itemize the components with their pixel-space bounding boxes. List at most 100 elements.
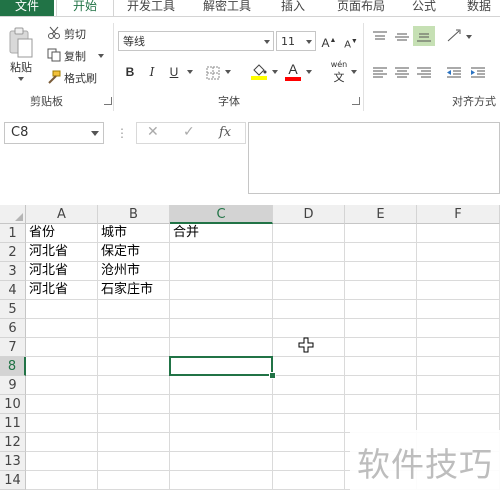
paste-label[interactable]: 粘贴 xyxy=(10,59,32,75)
cell-e5[interactable] xyxy=(345,300,417,319)
cell-b9[interactable] xyxy=(98,376,170,395)
cell-c14[interactable] xyxy=(170,471,273,490)
cell-e9[interactable] xyxy=(345,376,417,395)
cell-a8[interactable] xyxy=(26,357,98,376)
cell-e1[interactable] xyxy=(345,224,417,243)
tab-home[interactable]: 开始 xyxy=(56,0,114,16)
cell-c5[interactable] xyxy=(170,300,273,319)
tab-file[interactable]: 文件 xyxy=(0,0,54,16)
phonetic-guide-icon[interactable]: wén 文 xyxy=(328,60,350,84)
cell-a1[interactable]: 省份 xyxy=(26,224,98,243)
row-header-10[interactable]: 10 xyxy=(0,395,26,414)
tab-data[interactable]: 数据 xyxy=(458,0,500,16)
clipboard-launcher-icon[interactable] xyxy=(104,97,112,105)
format-painter-icon[interactable] xyxy=(47,69,61,88)
cell-f9[interactable] xyxy=(417,376,500,395)
name-box[interactable]: C8 xyxy=(4,122,104,144)
cell-c11[interactable] xyxy=(170,414,273,433)
shrink-font-button[interactable]: A▼ xyxy=(342,33,360,51)
row-header-2[interactable]: 2 xyxy=(0,243,26,262)
column-header-b[interactable]: B xyxy=(98,205,170,224)
cell-c13[interactable] xyxy=(170,452,273,471)
row-header-12[interactable]: 12 xyxy=(0,433,26,452)
cell-f5[interactable] xyxy=(417,300,500,319)
font-size-combo[interactable]: 11 xyxy=(276,31,316,51)
tab-formulas[interactable]: 公式 xyxy=(404,0,444,16)
font-color-dropdown-arrow[interactable] xyxy=(306,70,312,74)
paste-icon[interactable] xyxy=(8,27,34,59)
cell-b13[interactable] xyxy=(98,452,170,471)
column-header-d[interactable]: D xyxy=(273,205,345,224)
cell-c2[interactable] xyxy=(170,243,273,262)
column-header-c[interactable]: C xyxy=(170,205,273,224)
font-color-icon[interactable]: A xyxy=(284,61,302,81)
column-header-f[interactable]: F xyxy=(417,205,500,224)
borders-dropdown-arrow[interactable] xyxy=(225,70,231,74)
cell-f1[interactable] xyxy=(417,224,500,243)
tab-decrypt[interactable]: 解密工具 xyxy=(196,0,258,16)
italic-button[interactable]: I xyxy=(143,63,161,81)
cell-a7[interactable] xyxy=(26,338,98,357)
cell-e7[interactable] xyxy=(345,338,417,357)
orientation-dropdown-arrow[interactable] xyxy=(466,35,472,39)
cell-b7[interactable] xyxy=(98,338,170,357)
cell-c12[interactable] xyxy=(170,433,273,452)
cell-d9[interactable] xyxy=(273,376,345,395)
chevron-down-icon[interactable] xyxy=(306,40,312,44)
row-header-11[interactable]: 11 xyxy=(0,414,26,433)
row-header-5[interactable]: 5 xyxy=(0,300,26,319)
cell-d4[interactable] xyxy=(273,281,345,300)
column-header-e[interactable]: E xyxy=(345,205,417,224)
tab-developer[interactable]: 开发工具 xyxy=(120,0,182,16)
cell-a6[interactable] xyxy=(26,319,98,338)
cell-d1[interactable] xyxy=(273,224,345,243)
phonetic-dropdown-arrow[interactable] xyxy=(351,70,357,74)
insert-function-icon[interactable]: fx xyxy=(219,125,231,140)
cell-c6[interactable] xyxy=(170,319,273,338)
cell-b1[interactable]: 城市 xyxy=(98,224,170,243)
row-header-1[interactable]: 1 xyxy=(0,224,26,243)
cell-c7[interactable] xyxy=(170,338,273,357)
increase-indent-icon[interactable] xyxy=(470,65,486,84)
underline-button[interactable]: U xyxy=(165,63,183,81)
format-painter-label[interactable]: 格式刷 xyxy=(64,70,97,86)
cell-c4[interactable] xyxy=(170,281,273,300)
font-name-combo[interactable]: 等线 xyxy=(118,31,274,51)
enter-icon[interactable]: ✓ xyxy=(183,124,195,140)
paste-dropdown-arrow[interactable] xyxy=(18,77,24,81)
formula-bar-grip-icon[interactable]: ⋮ xyxy=(116,125,128,141)
borders-icon[interactable] xyxy=(206,65,220,84)
row-header-8[interactable]: 8 xyxy=(0,357,26,376)
cell-b10[interactable] xyxy=(98,395,170,414)
cell-a9[interactable] xyxy=(26,376,98,395)
cell-a2[interactable]: 河北省 xyxy=(26,243,98,262)
cancel-icon[interactable]: ✕ xyxy=(147,124,159,140)
cell-d14[interactable] xyxy=(273,471,345,490)
chevron-down-icon[interactable] xyxy=(91,131,99,136)
row-header-14[interactable]: 14 xyxy=(0,471,26,490)
cell-b8[interactable] xyxy=(98,357,170,376)
cell-b4[interactable]: 石家庄市 xyxy=(98,281,170,300)
row-header-7[interactable]: 7 xyxy=(0,338,26,357)
cell-c9[interactable] xyxy=(170,376,273,395)
cell-a14[interactable] xyxy=(26,471,98,490)
cell-a12[interactable] xyxy=(26,433,98,452)
cell-e4[interactable] xyxy=(345,281,417,300)
cell-c1[interactable]: 合并 xyxy=(170,224,273,243)
cell-e3[interactable] xyxy=(345,262,417,281)
cell-a13[interactable] xyxy=(26,452,98,471)
cell-b5[interactable] xyxy=(98,300,170,319)
underline-dropdown-arrow[interactable] xyxy=(187,70,193,74)
column-header-a[interactable]: A xyxy=(26,205,98,224)
cell-d12[interactable] xyxy=(273,433,345,452)
cell-d6[interactable] xyxy=(273,319,345,338)
cell-d2[interactable] xyxy=(273,243,345,262)
cell-b2[interactable]: 保定市 xyxy=(98,243,170,262)
cell-e10[interactable] xyxy=(345,395,417,414)
cell-a3[interactable]: 河北省 xyxy=(26,262,98,281)
cell-c3[interactable] xyxy=(170,262,273,281)
cell-b14[interactable] xyxy=(98,471,170,490)
cell-f7[interactable] xyxy=(417,338,500,357)
cell-f8[interactable] xyxy=(417,357,500,376)
row-header-4[interactable]: 4 xyxy=(0,281,26,300)
